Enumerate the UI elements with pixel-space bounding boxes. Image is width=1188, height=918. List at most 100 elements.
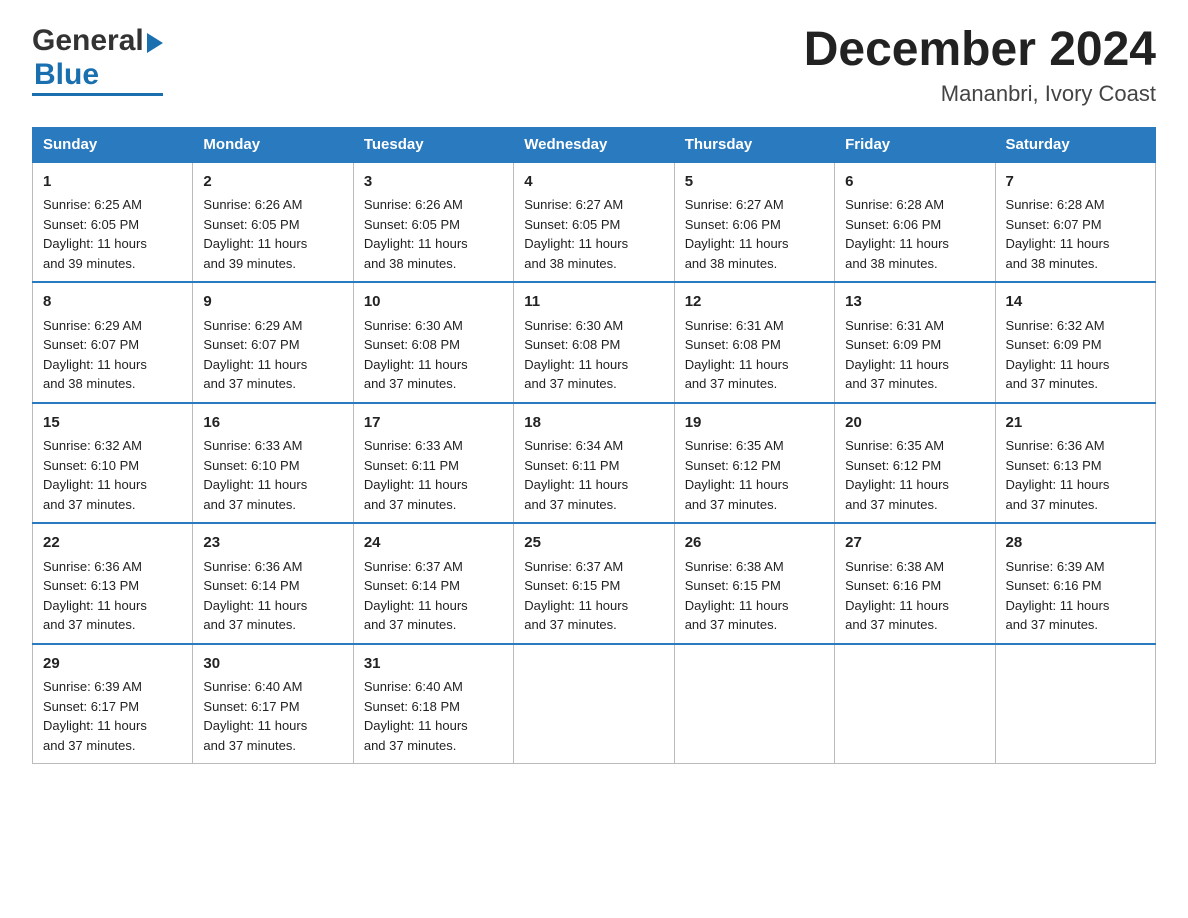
sunrise-label: Sunrise: 6:32 AM [43, 438, 142, 453]
sunset-label: Sunset: 6:13 PM [43, 578, 139, 593]
sunset-label: Sunset: 6:05 PM [524, 217, 620, 232]
sunset-label: Sunset: 6:07 PM [1006, 217, 1102, 232]
sunset-label: Sunset: 6:06 PM [685, 217, 781, 232]
calendar-cell: 8Sunrise: 6:29 AMSunset: 6:07 PMDaylight… [33, 282, 193, 403]
daylight-label: Daylight: 11 hours [364, 477, 468, 492]
calendar-cell: 10Sunrise: 6:30 AMSunset: 6:08 PMDayligh… [353, 282, 513, 403]
day-number: 29 [43, 653, 182, 676]
calendar-cell: 31Sunrise: 6:40 AMSunset: 6:18 PMDayligh… [353, 644, 513, 764]
calendar-cell [995, 644, 1155, 764]
daylight-label: Daylight: 11 hours [845, 477, 949, 492]
sunset-label: Sunset: 6:07 PM [203, 337, 299, 352]
sunrise-label: Sunrise: 6:35 AM [845, 438, 944, 453]
daylight-minutes: and 37 minutes. [524, 376, 617, 391]
day-number: 12 [685, 291, 824, 314]
daylight-minutes: and 38 minutes. [524, 256, 617, 271]
daylight-minutes: and 37 minutes. [845, 497, 938, 512]
calendar-cell: 24Sunrise: 6:37 AMSunset: 6:14 PMDayligh… [353, 523, 513, 644]
day-number: 9 [203, 291, 342, 314]
calendar-cell: 19Sunrise: 6:35 AMSunset: 6:12 PMDayligh… [674, 403, 834, 524]
daylight-label: Daylight: 11 hours [43, 477, 147, 492]
title-block: December 2024 Mananbri, Ivory Coast [804, 24, 1156, 107]
day-number: 21 [1006, 412, 1145, 435]
day-number: 23 [203, 532, 342, 555]
day-number: 7 [1006, 171, 1145, 194]
day-number: 18 [524, 412, 663, 435]
calendar-cell: 18Sunrise: 6:34 AMSunset: 6:11 PMDayligh… [514, 403, 674, 524]
calendar-cell: 20Sunrise: 6:35 AMSunset: 6:12 PMDayligh… [835, 403, 995, 524]
day-number: 14 [1006, 291, 1145, 314]
daylight-minutes: and 37 minutes. [845, 617, 938, 632]
day-number: 4 [524, 171, 663, 194]
sunrise-label: Sunrise: 6:25 AM [43, 197, 142, 212]
sunrise-label: Sunrise: 6:36 AM [203, 559, 302, 574]
day-number: 31 [364, 653, 503, 676]
day-number: 16 [203, 412, 342, 435]
daylight-label: Daylight: 11 hours [43, 357, 147, 372]
calendar-cell: 7Sunrise: 6:28 AMSunset: 6:07 PMDaylight… [995, 162, 1155, 283]
sunset-label: Sunset: 6:05 PM [203, 217, 299, 232]
daylight-minutes: and 37 minutes. [364, 376, 457, 391]
calendar-week-row: 15Sunrise: 6:32 AMSunset: 6:10 PMDayligh… [33, 403, 1156, 524]
daylight-label: Daylight: 11 hours [203, 477, 307, 492]
sunrise-label: Sunrise: 6:26 AM [203, 197, 302, 212]
day-number: 17 [364, 412, 503, 435]
day-number: 1 [43, 171, 182, 194]
sunset-label: Sunset: 6:16 PM [1006, 578, 1102, 593]
daylight-minutes: and 37 minutes. [364, 617, 457, 632]
day-number: 11 [524, 291, 663, 314]
weekday-header-thursday: Thursday [674, 127, 834, 162]
sunset-label: Sunset: 6:06 PM [845, 217, 941, 232]
logo-general-text: General [32, 24, 144, 58]
daylight-minutes: and 37 minutes. [685, 497, 778, 512]
day-number: 24 [364, 532, 503, 555]
sunrise-label: Sunrise: 6:27 AM [685, 197, 784, 212]
weekday-header-friday: Friday [835, 127, 995, 162]
daylight-minutes: and 37 minutes. [364, 738, 457, 753]
day-number: 2 [203, 171, 342, 194]
daylight-label: Daylight: 11 hours [1006, 236, 1110, 251]
sunset-label: Sunset: 6:10 PM [43, 458, 139, 473]
daylight-minutes: and 37 minutes. [524, 617, 617, 632]
sunrise-label: Sunrise: 6:35 AM [685, 438, 784, 453]
calendar-cell: 26Sunrise: 6:38 AMSunset: 6:15 PMDayligh… [674, 523, 834, 644]
day-number: 26 [685, 532, 824, 555]
day-number: 25 [524, 532, 663, 555]
sunrise-label: Sunrise: 6:39 AM [43, 679, 142, 694]
sunrise-label: Sunrise: 6:33 AM [203, 438, 302, 453]
daylight-minutes: and 37 minutes. [43, 738, 136, 753]
daylight-label: Daylight: 11 hours [203, 357, 307, 372]
calendar-cell: 17Sunrise: 6:33 AMSunset: 6:11 PMDayligh… [353, 403, 513, 524]
day-number: 6 [845, 171, 984, 194]
day-number: 30 [203, 653, 342, 676]
sunset-label: Sunset: 6:17 PM [43, 699, 139, 714]
sunrise-label: Sunrise: 6:27 AM [524, 197, 623, 212]
sunrise-label: Sunrise: 6:40 AM [364, 679, 463, 694]
daylight-minutes: and 37 minutes. [364, 497, 457, 512]
sunset-label: Sunset: 6:13 PM [1006, 458, 1102, 473]
daylight-minutes: and 37 minutes. [685, 617, 778, 632]
sunset-label: Sunset: 6:08 PM [685, 337, 781, 352]
sunset-label: Sunset: 6:18 PM [364, 699, 460, 714]
sunrise-label: Sunrise: 6:29 AM [203, 318, 302, 333]
day-number: 13 [845, 291, 984, 314]
page-subtitle: Mananbri, Ivory Coast [804, 81, 1156, 107]
daylight-label: Daylight: 11 hours [43, 598, 147, 613]
day-number: 10 [364, 291, 503, 314]
page-title: December 2024 [804, 24, 1156, 77]
calendar-cell [835, 644, 995, 764]
weekday-header-saturday: Saturday [995, 127, 1155, 162]
sunset-label: Sunset: 6:11 PM [524, 458, 619, 473]
daylight-minutes: and 39 minutes. [43, 256, 136, 271]
day-number: 22 [43, 532, 182, 555]
sunrise-label: Sunrise: 6:30 AM [524, 318, 623, 333]
daylight-label: Daylight: 11 hours [203, 598, 307, 613]
daylight-minutes: and 37 minutes. [203, 738, 296, 753]
sunrise-label: Sunrise: 6:37 AM [524, 559, 623, 574]
sunrise-label: Sunrise: 6:39 AM [1006, 559, 1105, 574]
sunset-label: Sunset: 6:14 PM [203, 578, 299, 593]
calendar-cell: 29Sunrise: 6:39 AMSunset: 6:17 PMDayligh… [33, 644, 193, 764]
daylight-label: Daylight: 11 hours [524, 236, 628, 251]
sunrise-label: Sunrise: 6:34 AM [524, 438, 623, 453]
calendar-cell: 22Sunrise: 6:36 AMSunset: 6:13 PMDayligh… [33, 523, 193, 644]
